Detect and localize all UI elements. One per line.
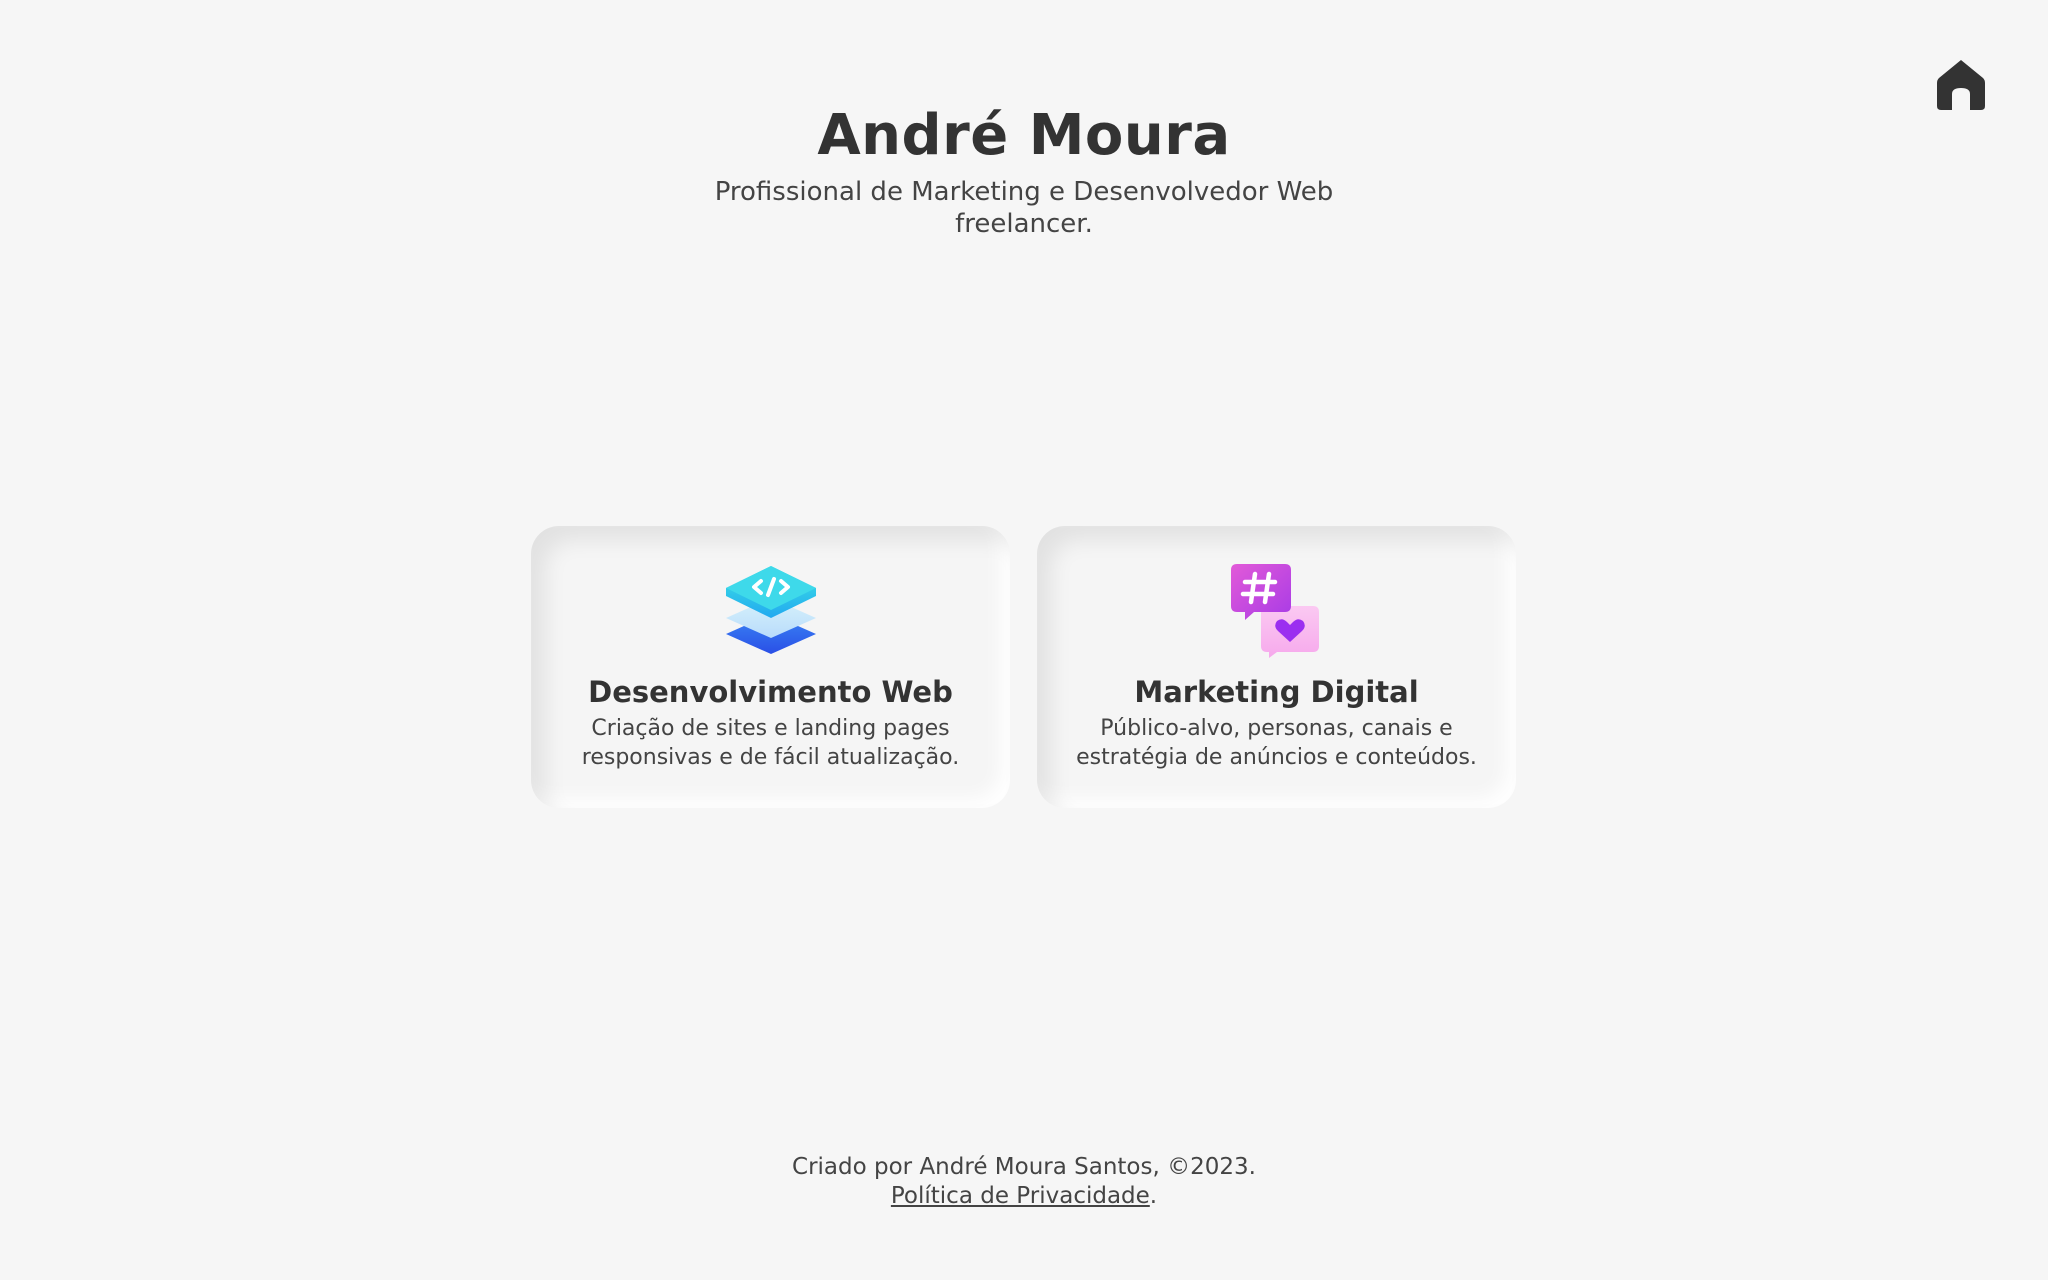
page-subtitle: Profissional de Marketing e Desenvolvedo… [714, 177, 1334, 239]
page-header: André Moura Profissional de Marketing e … [0, 96, 2048, 240]
footer-links: Política de Privacidade. [0, 1182, 2048, 1211]
card-description: Criação de sites e landing pages respons… [581, 716, 960, 770]
footer-trailing: . [1149, 1183, 1158, 1209]
services-cards: Desenvolvimento Web Criação de sites e l… [531, 526, 1517, 808]
card-web-development: Desenvolvimento Web Criação de sites e l… [531, 526, 1010, 808]
card-title: Desenvolvimento Web [588, 675, 953, 709]
privacy-policy-link[interactable]: Política de Privacidade [891, 1183, 1150, 1209]
page-footer: Criado por André Moura Santos, ©2023. Po… [0, 1153, 2048, 1211]
card-title: Marketing Digital [1134, 675, 1419, 709]
footer-credit: Criado por André Moura Santos, ©2023. [792, 1154, 1256, 1180]
card-digital-marketing: Marketing Digital Público-alvo, personas… [1037, 526, 1516, 808]
hashtag-heart-chat-icon [1229, 562, 1325, 658]
card-description: Público-alvo, personas, canais e estraté… [1076, 716, 1477, 770]
code-layers-icon [723, 562, 819, 658]
page-title: André Moura [817, 103, 1231, 168]
